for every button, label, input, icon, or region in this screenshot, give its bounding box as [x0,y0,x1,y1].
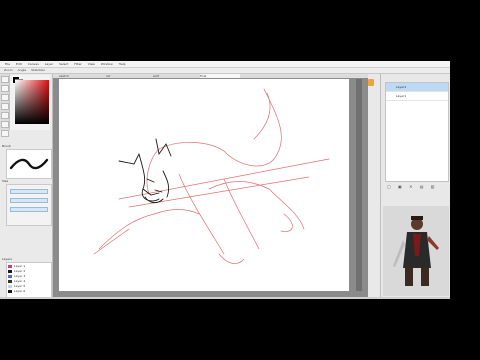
menu-bar: File Edit Canvas Layer Select Filter Vie… [0,61,450,68]
swatch-color [8,264,12,268]
zoom-tool-icon[interactable] [1,103,9,110]
brush-panel-title: Brush [2,144,11,148]
brush-tool-icon[interactable] [1,130,9,137]
menu-view[interactable]: View [88,61,95,67]
character-reference-icon [383,206,449,296]
menu-file[interactable]: File [5,61,10,67]
menu-edit[interactable]: Edit [16,61,22,67]
swatch-panel-title: Layers [2,257,12,261]
reference-image [383,206,449,296]
menu-help[interactable]: Help [119,61,126,67]
canvas-tab[interactable]: ref [106,74,146,78]
toolbar-angle[interactable]: Angle [18,68,27,73]
toolbar-zoom[interactable]: Zoom [4,68,13,73]
status-bar [0,297,450,299]
swatch-color [8,289,12,293]
drawing-canvas[interactable] [59,79,349,291]
swatch-color [8,269,12,273]
left-panel: Brush Size Layers Layer 1 Layer 2 Layer … [0,74,53,299]
canvas-tabs: sketch ref wolf final [53,74,368,78]
menu-select[interactable]: Select [59,61,68,67]
brush-stroke-icon [9,158,49,170]
lasso-tool-icon[interactable] [1,85,9,92]
tool-strip [0,74,10,137]
swatch-row[interactable]: Layer 3 [8,274,50,278]
paint-app-window: File Edit Canvas Layer Select Filter Vie… [0,61,450,299]
app-logo-icon [368,79,374,86]
move-tool-icon[interactable] [1,94,9,101]
swatch-list: Layer 1 Layer 2 Layer 3 Layer 4 Layer 5 … [6,262,52,299]
eyedropper-tool-icon[interactable] [1,121,9,128]
swatch-row[interactable]: Layer 2 [8,269,50,273]
layer-row-selected[interactable]: Layer2 [386,83,448,92]
menu-layer[interactable]: Layer [45,61,53,67]
swatch-row[interactable]: Layer 6 [8,289,50,293]
layers-panel: Layer2 Layer1 [385,82,449,182]
right-panel: Layer2 Layer1 ▢ ▣ ✕ ▤ ▥ [380,74,450,297]
swatch-row[interactable]: Layer 5 [8,284,50,288]
wolf-sketch [93,88,330,264]
brush-settings-panel [6,184,52,226]
swatch-color [8,274,12,278]
menu-canvas[interactable]: Canvas [28,61,39,67]
canvas-area: sketch ref wolf final [53,74,368,297]
swatch-row[interactable]: Layer 1 [8,264,50,268]
toolbar-stabilizer[interactable]: Stabilizer [31,68,45,73]
size-slider[interactable] [10,189,48,194]
canvas-tab-active[interactable]: final [199,74,240,78]
canvas-tab[interactable]: sketch [59,74,99,78]
layer-row[interactable]: Layer1 [386,92,448,101]
select-tool-icon[interactable] [1,76,9,83]
density-slider[interactable] [10,207,48,212]
size-panel-title: Size [2,179,9,183]
swatch-color [8,284,12,288]
opacity-slider[interactable] [10,198,48,203]
swatch-row[interactable]: Layer 4 [8,279,50,283]
vertical-scrollbar[interactable] [356,79,362,291]
canvas-tab[interactable]: wolf [153,74,193,78]
swatch-color [8,279,12,283]
hand-tool-icon[interactable] [1,112,9,119]
menu-filter[interactable]: Filter [74,61,81,67]
layer-action-icons[interactable]: ▢ ▣ ✕ ▤ ▥ [387,184,438,189]
menu-window[interactable]: Window [101,61,113,67]
color-picker-square[interactable] [15,80,49,124]
brush-preview[interactable] [6,149,52,179]
